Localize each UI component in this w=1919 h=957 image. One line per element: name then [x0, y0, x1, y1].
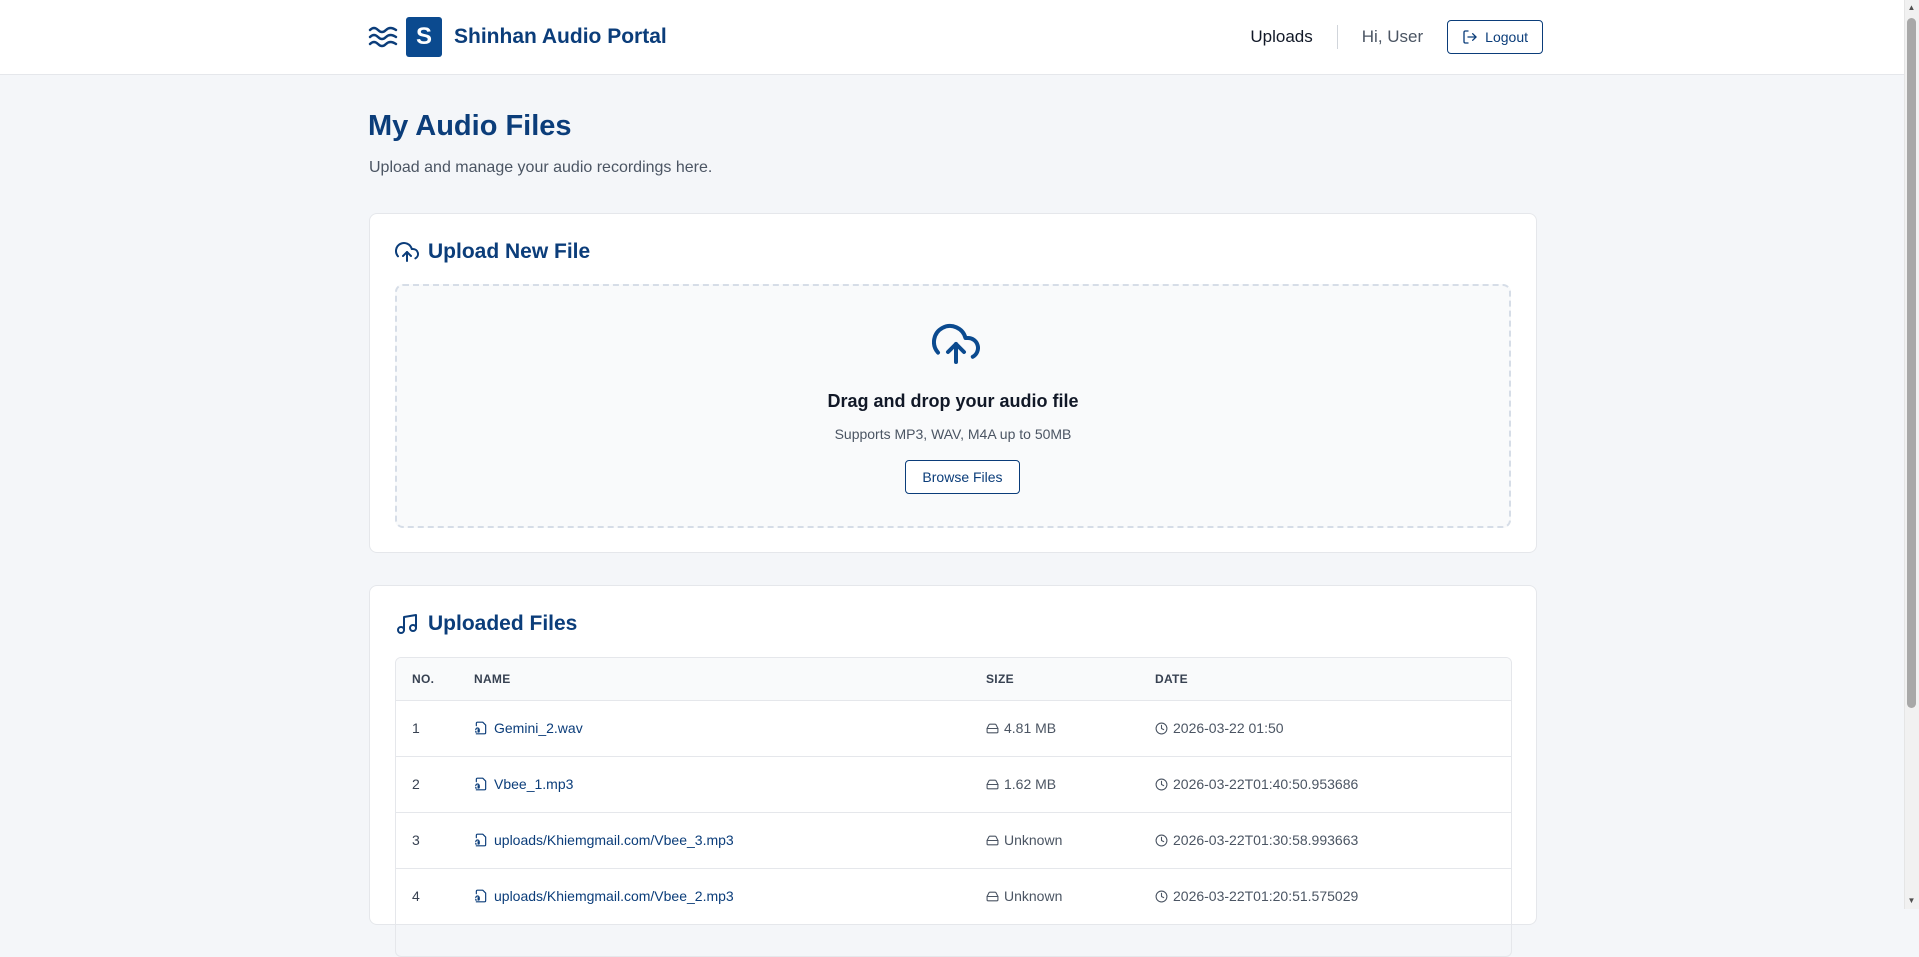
file-name: uploads/Khiemgmail.com/Vbee_2.mp3 [494, 888, 734, 904]
dropzone-subtitle: Supports MP3, WAV, M4A up to 50MB [834, 426, 1072, 442]
nav-link-uploads[interactable]: Uploads [1250, 27, 1312, 47]
page-scrollbar[interactable]: ▲ ▼ [1904, 0, 1919, 909]
row-number: 4 [396, 868, 473, 925]
waves-icon [368, 26, 398, 48]
file-size-value: Unknown [1004, 888, 1063, 904]
table-row: 4 uploads/Khiemgmail.com/Vbee_2.mp3 Unkn… [396, 868, 1511, 925]
brand[interactable]: S Shinhan Audio Portal [368, 17, 667, 57]
logout-label: Logout [1485, 29, 1528, 45]
file-date-value: 2026-03-22 01:50 [1173, 720, 1284, 736]
nav-right: Uploads Hi, User Logout [1250, 20, 1543, 54]
clock-icon [1155, 778, 1168, 790]
col-header-no: NO. [396, 658, 473, 701]
browse-files-button[interactable]: Browse Files [905, 460, 1020, 494]
brand-name: Shinhan Audio Portal [454, 25, 667, 48]
hard-drive-icon [986, 723, 999, 733]
scroll-up-arrow-icon[interactable]: ▲ [1907, 3, 1916, 13]
file-size-value: 1.62 MB [1004, 776, 1057, 792]
table-header-row: NO. NAME SIZE DATE [396, 658, 1511, 701]
files-card-header: Uploaded Files [395, 612, 577, 636]
row-number: 1 [396, 700, 473, 757]
file-size: 1.62 MB [986, 776, 1153, 792]
hard-drive-icon [986, 835, 999, 845]
upload-card-header: Upload New File [395, 240, 590, 264]
file-name-link[interactable]: uploads/Khiemgmail.com/Vbee_3.mp3 [474, 832, 984, 848]
file-date-value: 2026-03-22T01:40:50.953686 [1173, 776, 1359, 792]
file-name: uploads/Khiemgmail.com/Vbee_3.mp3 [494, 832, 734, 848]
table-row: 1 Gemini_2.wav 4.81 MB 2026-03-22 01:50 [396, 700, 1511, 757]
row-number: 2 [396, 756, 473, 813]
upload-card: Upload New File Drag and drop your audio… [369, 213, 1537, 553]
col-header-name: NAME [473, 658, 985, 701]
audio-file-icon [475, 777, 487, 791]
clock-icon [1155, 722, 1168, 734]
files-card-title: Uploaded Files [428, 612, 578, 635]
file-size-value: Unknown [1004, 832, 1063, 848]
scrollbar-thumb[interactable] [1907, 18, 1916, 708]
upload-card-title: Upload New File [428, 240, 591, 263]
user-greeting: Hi, User [1361, 27, 1424, 46]
dropzone-title: Drag and drop your audio file [827, 391, 1079, 411]
file-date: 2026-03-22T01:40:50.953686 [1155, 776, 1510, 792]
file-size: Unknown [986, 832, 1153, 848]
file-date-value: 2026-03-22T01:20:51.575029 [1173, 888, 1359, 904]
file-name-link[interactable]: Gemini_2.wav [474, 720, 984, 736]
logo-badge: S [406, 17, 442, 57]
logout-button[interactable]: Logout [1447, 20, 1543, 54]
file-name: Vbee_1.mp3 [494, 776, 574, 792]
page-subtitle: Upload and manage your audio recordings … [369, 159, 713, 176]
clock-icon [1155, 834, 1168, 846]
top-navbar: S Shinhan Audio Portal Uploads Hi, User … [0, 0, 1904, 75]
file-size: Unknown [986, 888, 1153, 904]
table-row: 2 Vbee_1.mp3 1.62 MB 2026-03-22T01:40:50… [396, 756, 1511, 813]
scroll-down-arrow-icon[interactable]: ▼ [1907, 896, 1916, 906]
file-size: 4.81 MB [986, 720, 1153, 736]
nav-divider [1336, 25, 1338, 49]
row-number: 3 [396, 812, 473, 869]
file-name: Gemini_2.wav [494, 720, 583, 736]
music-note-icon [397, 614, 417, 634]
hard-drive-icon [986, 779, 999, 789]
hard-drive-icon [986, 891, 999, 901]
files-table-wrapper: NO. NAME SIZE DATE 1 Gemini_2.wav 4.81 M… [395, 657, 1512, 957]
uploaded-files-card: Uploaded Files NO. NAME SIZE DATE 1 Gemi… [369, 585, 1537, 957]
clock-icon [1155, 890, 1168, 902]
logout-icon [1463, 30, 1477, 44]
audio-file-icon [475, 889, 487, 903]
file-date: 2026-03-22T01:20:51.575029 [1155, 888, 1510, 904]
cloud-upload-large-icon [932, 324, 980, 364]
col-header-date: DATE [1154, 658, 1511, 701]
file-size-value: 4.81 MB [1004, 720, 1057, 736]
audio-file-icon [475, 833, 487, 847]
file-dropzone[interactable]: Drag and drop your audio file Supports M… [395, 284, 1511, 528]
file-name-link[interactable]: Vbee_1.mp3 [474, 776, 984, 792]
audio-file-icon [475, 721, 487, 735]
table-row: 3 uploads/Khiemgmail.com/Vbee_3.mp3 Unkn… [396, 812, 1511, 869]
file-date-value: 2026-03-22T01:30:58.993663 [1173, 832, 1359, 848]
cloud-upload-icon [395, 242, 419, 262]
col-header-size: SIZE [985, 658, 1154, 701]
file-date: 2026-03-22T01:30:58.993663 [1155, 832, 1510, 848]
files-table: NO. NAME SIZE DATE 1 Gemini_2.wav 4.81 M… [396, 658, 1511, 925]
page-title: My Audio Files [368, 110, 572, 142]
file-date: 2026-03-22 01:50 [1155, 720, 1510, 736]
file-name-link[interactable]: uploads/Khiemgmail.com/Vbee_2.mp3 [474, 888, 984, 904]
